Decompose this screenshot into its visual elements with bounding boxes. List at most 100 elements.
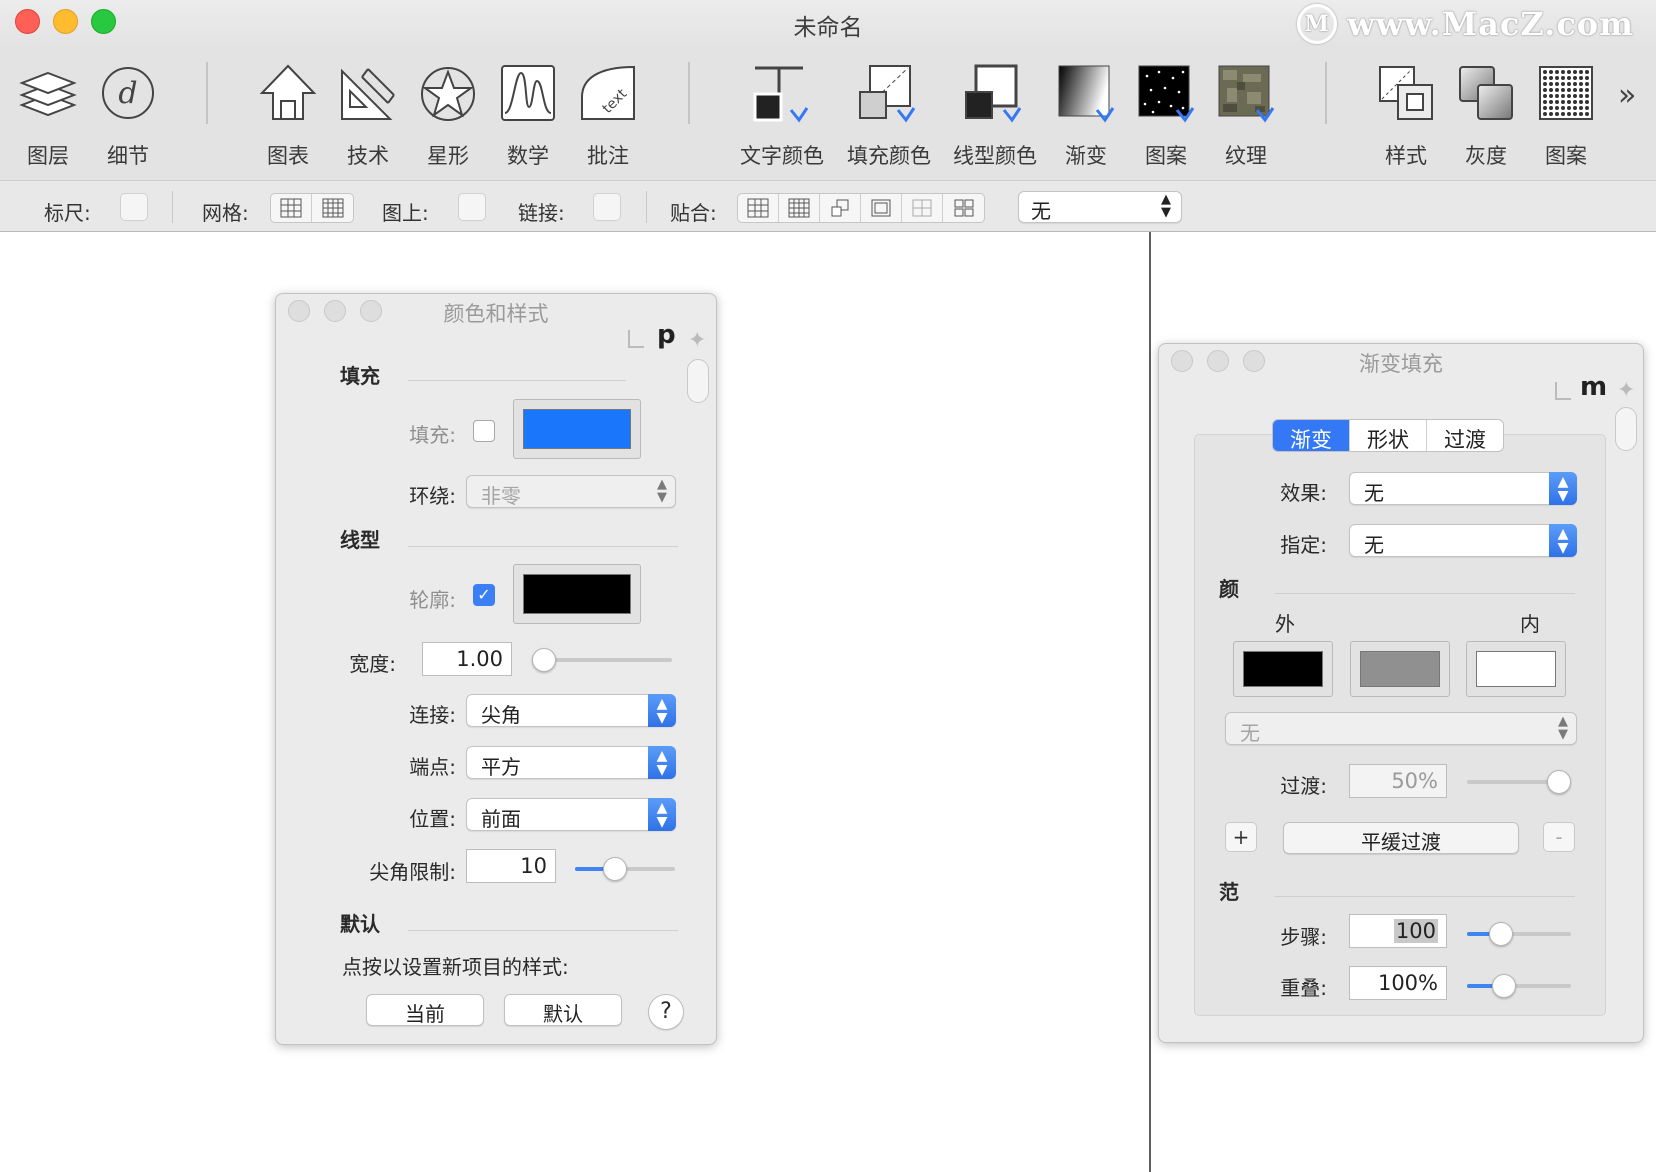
tab-transition[interactable]: 过渡 — [1427, 420, 1503, 451]
snap-object-icon — [831, 199, 849, 217]
assign-select[interactable]: 无 ▲ ▼ — [1349, 524, 1577, 557]
overlap-input[interactable]: 100% — [1349, 966, 1447, 1000]
fill-section-header: 填充 — [340, 364, 380, 388]
transition-slider-knob[interactable] — [1547, 770, 1571, 794]
width-input[interactable]: 1.00 — [422, 642, 512, 676]
snap-quad-button[interactable] — [943, 194, 984, 222]
snap-grid-button[interactable] — [738, 194, 779, 222]
steps-value: 100 — [1393, 919, 1438, 943]
toolbar-details-button[interactable]: d 细节 — [88, 60, 168, 170]
fill-color-label: 填充颜色 — [847, 144, 931, 168]
snap-object-button[interactable] — [820, 194, 861, 222]
transition-input[interactable]: 50% — [1349, 764, 1447, 798]
toolbar-texture-button[interactable]: 纹理 — [1206, 60, 1286, 170]
outline-color-well[interactable] — [513, 564, 641, 624]
snap-grid-icon — [747, 198, 769, 218]
on-drawing-toggle[interactable] — [458, 193, 486, 221]
toolbar-text-color-button[interactable]: 文字颜色 — [740, 60, 824, 170]
miter-slider[interactable] — [575, 857, 675, 881]
outer-color-well[interactable] — [1233, 641, 1333, 697]
default-style-button[interactable]: 默认 — [504, 994, 622, 1026]
toolbar-pattern2-button[interactable]: 图案 — [1526, 60, 1606, 170]
panel-title: 颜色和样式 — [443, 302, 549, 326]
watermark-logo-icon: M — [1297, 4, 1338, 44]
style-icon — [1379, 66, 1433, 120]
toolbar-annotate-button[interactable]: text 批注 — [568, 60, 648, 170]
current-style-button[interactable]: 当前 — [366, 994, 484, 1026]
winding-select[interactable]: 非零 ▲ ▼ — [466, 475, 676, 508]
title-bar: 未命名 M www.MacZ.com — [0, 0, 1656, 46]
grid-coarse-button[interactable] — [271, 194, 312, 222]
outline-checkbox[interactable]: ✓ — [473, 584, 495, 606]
toolbar-gradient-button[interactable]: 渐变 — [1046, 60, 1126, 170]
pin-icon[interactable]: ✦ — [688, 328, 706, 353]
overlap-slider[interactable] — [1467, 974, 1571, 998]
fill-checkbox[interactable] — [473, 420, 495, 442]
section-divider — [408, 380, 626, 381]
transition-slider[interactable] — [1467, 770, 1571, 794]
link-toggle[interactable] — [593, 193, 621, 221]
inner-color-well[interactable] — [1466, 641, 1566, 697]
panel-scrollbar[interactable] — [687, 359, 709, 403]
join-select[interactable]: 尖角 ▲ ▼ — [466, 694, 676, 727]
snap-select[interactable]: 无 ▲ ▼ — [1018, 191, 1182, 223]
option-separator — [172, 191, 173, 223]
miter-slider-knob[interactable] — [603, 857, 627, 881]
section-divider — [408, 546, 678, 547]
style-label: 样式 — [1385, 144, 1427, 168]
toolbar-style-button[interactable]: 样式 — [1366, 60, 1446, 170]
fill-color-well[interactable] — [513, 399, 641, 459]
width-slider-knob[interactable] — [532, 648, 556, 672]
snap-fine-grid-button[interactable] — [779, 194, 820, 222]
ruler-toggle[interactable] — [120, 193, 148, 221]
panel-mode-letter: m — [1580, 372, 1608, 402]
color-section-header: 颜 — [1219, 577, 1239, 601]
corner-l-icon — [1555, 382, 1571, 400]
toolbar-layers-button[interactable]: 图层 — [8, 60, 88, 170]
snap-segmented-control[interactable] — [737, 193, 985, 223]
effect-select[interactable]: 无 ▲ ▼ — [1349, 472, 1577, 505]
toolbar-gray-button[interactable]: 灰度 — [1446, 60, 1526, 170]
toolbar-fill-color-button[interactable]: 填充颜色 — [847, 60, 931, 170]
grid-fine-button[interactable] — [312, 194, 353, 222]
grid-segmented-control[interactable] — [270, 193, 354, 223]
toolbar-line-color-button[interactable]: 线型颜色 — [953, 60, 1037, 170]
cap-select[interactable]: 平方 ▲ ▼ — [466, 746, 676, 779]
miter-input[interactable]: 10 — [466, 849, 556, 883]
toolbar-tech-button[interactable]: 技术 — [328, 60, 408, 170]
toolbar-overflow-button[interactable]: » — [1618, 78, 1636, 113]
width-slider[interactable] — [532, 648, 672, 672]
toolbar-chart-button[interactable]: 图表 — [248, 60, 328, 170]
panel-scrollbar[interactable] — [1615, 407, 1637, 451]
snap-guide-button[interactable] — [902, 194, 943, 222]
toolbar-math-button[interactable]: 数学 — [488, 60, 568, 170]
steps-input[interactable]: 100 — [1349, 914, 1447, 948]
position-select[interactable]: 前面 ▲ ▼ — [466, 798, 676, 831]
gray-label: 灰度 — [1465, 144, 1507, 168]
middle-color-well[interactable] — [1350, 641, 1450, 697]
updown-icon: ▲ ▼ — [657, 477, 667, 505]
watermark-text: www.MacZ.com — [1347, 5, 1634, 43]
toolbar-star-button[interactable]: 星形 — [408, 60, 488, 170]
toolbar-pattern-button[interactable]: 图案 — [1126, 60, 1206, 170]
add-stop-button[interactable]: + — [1225, 822, 1257, 852]
blend-select[interactable]: 无 ▲ ▼ — [1225, 712, 1577, 745]
color-style-panel: 颜色和样式 p ✦ 填充 填充: 环绕: 非零 ▲ ▼ 线型 轮廓: ✓ 宽度: … — [275, 293, 717, 1045]
texture-label: 纹理 — [1225, 144, 1267, 168]
gradient-tabs[interactable]: 渐变 形状 过渡 — [1272, 419, 1504, 452]
tech-label: 技术 — [347, 144, 389, 168]
winding-label: 环绕: — [409, 484, 456, 508]
steps-label: 步骤: — [1280, 925, 1327, 949]
pattern-icon — [1138, 65, 1195, 123]
pattern-label: 图案 — [1145, 144, 1187, 168]
effect-label: 效果: — [1280, 481, 1327, 505]
remove-stop-button[interactable]: - — [1543, 822, 1575, 852]
tab-gradient[interactable]: 渐变 — [1273, 420, 1350, 451]
updown-icon: ▲ ▼ — [1558, 714, 1568, 742]
help-button[interactable]: ? — [648, 994, 684, 1030]
snap-frame-button[interactable] — [861, 194, 902, 222]
steps-slider[interactable] — [1467, 922, 1571, 946]
tab-shape[interactable]: 形状 — [1350, 420, 1427, 451]
smooth-transition-button[interactable]: 平缓过渡 — [1283, 822, 1519, 854]
pin-icon[interactable]: ✦ — [1617, 378, 1635, 403]
